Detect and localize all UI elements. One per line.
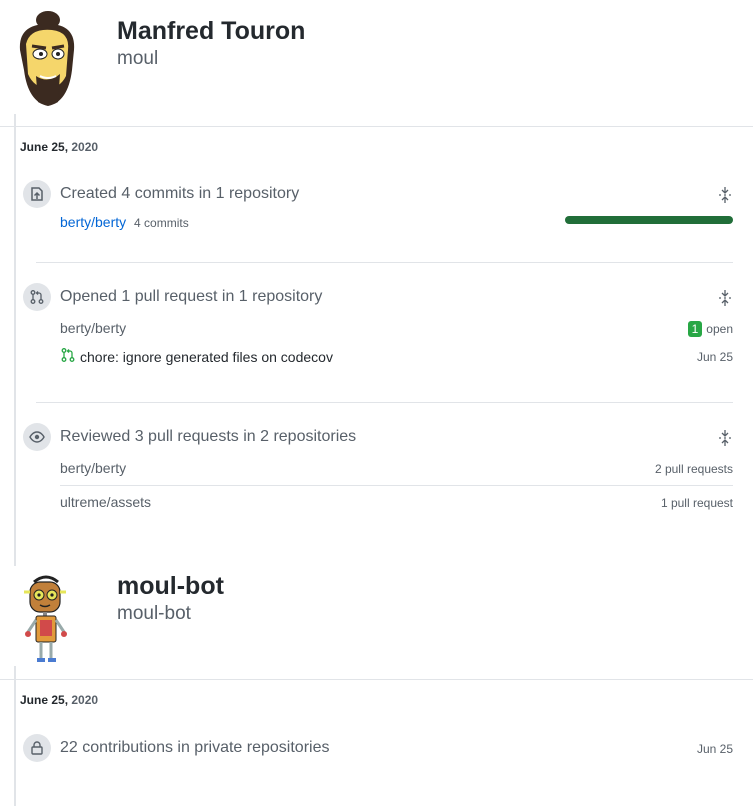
profile-login[interactable]: moul-bot bbox=[117, 603, 191, 625]
review-repo[interactable]: ultreme/assets bbox=[60, 494, 151, 510]
timeline-line bbox=[14, 666, 16, 806]
profile-header: moul-bot moul-bot bbox=[0, 566, 753, 686]
collapse-icon[interactable] bbox=[716, 186, 734, 204]
header-divider bbox=[0, 679, 753, 680]
commit-progress-bar bbox=[565, 216, 733, 224]
avatar[interactable] bbox=[12, 10, 84, 110]
activity-title: 22 contributions in private repositories bbox=[60, 739, 330, 756]
profile-name[interactable]: Manfred Touron bbox=[117, 17, 305, 46]
review-count[interactable]: 2 pull requests bbox=[655, 462, 733, 476]
timeline-line bbox=[14, 114, 16, 566]
activity-title[interactable]: Created 4 commits in 1 repository bbox=[60, 185, 299, 203]
avatar[interactable] bbox=[12, 570, 84, 670]
review-count[interactable]: 1 pull request bbox=[661, 496, 733, 510]
pr-title-link[interactable]: chore: ignore generated files on codecov bbox=[80, 349, 333, 365]
repo-separator bbox=[60, 485, 733, 486]
open-status[interactable]: 1 open bbox=[687, 321, 733, 337]
date-year: 2020 bbox=[71, 140, 99, 154]
profile-login[interactable]: moul bbox=[117, 48, 158, 70]
activity-title[interactable]: Reviewed 3 pull requests in 2 repositori… bbox=[60, 428, 356, 446]
pull-request-icon bbox=[23, 283, 51, 311]
pr-date: Jun 25 bbox=[696, 350, 733, 364]
header-divider bbox=[0, 126, 753, 127]
activity-separator bbox=[36, 402, 733, 403]
activity-date-right: Jun 25 bbox=[696, 742, 733, 756]
collapse-icon[interactable] bbox=[716, 289, 734, 307]
date-month-day: June 25, bbox=[20, 693, 69, 707]
activity-date: June 25, 2020 bbox=[20, 693, 98, 707]
activity-title[interactable]: Opened 1 pull request in 1 repository bbox=[60, 288, 322, 306]
repo-push-icon bbox=[23, 180, 51, 208]
collapse-icon[interactable] bbox=[716, 429, 734, 447]
open-pull-request-icon bbox=[60, 347, 76, 366]
date-year: 2020 bbox=[71, 693, 99, 707]
eye-icon bbox=[23, 423, 51, 451]
pr-item[interactable]: chore: ignore generated files on codecov bbox=[60, 347, 333, 366]
commit-count[interactable]: 4 commits bbox=[134, 216, 189, 230]
profile-name[interactable]: moul-bot bbox=[117, 572, 224, 601]
activity-separator bbox=[36, 262, 733, 263]
open-label: open bbox=[706, 322, 733, 336]
repo-link[interactable]: berty/berty bbox=[60, 214, 126, 230]
review-repo[interactable]: berty/berty bbox=[60, 460, 126, 476]
date-month-day: June 25, bbox=[20, 140, 69, 154]
pr-repo[interactable]: berty/berty bbox=[60, 320, 126, 336]
profile-header: Manfred Touron moul bbox=[0, 0, 753, 120]
activity-date: June 25, 2020 bbox=[20, 140, 98, 154]
commit-repo: berty/berty 4 commits bbox=[60, 214, 189, 230]
open-count-badge: 1 bbox=[687, 321, 703, 337]
lock-icon bbox=[23, 734, 51, 762]
